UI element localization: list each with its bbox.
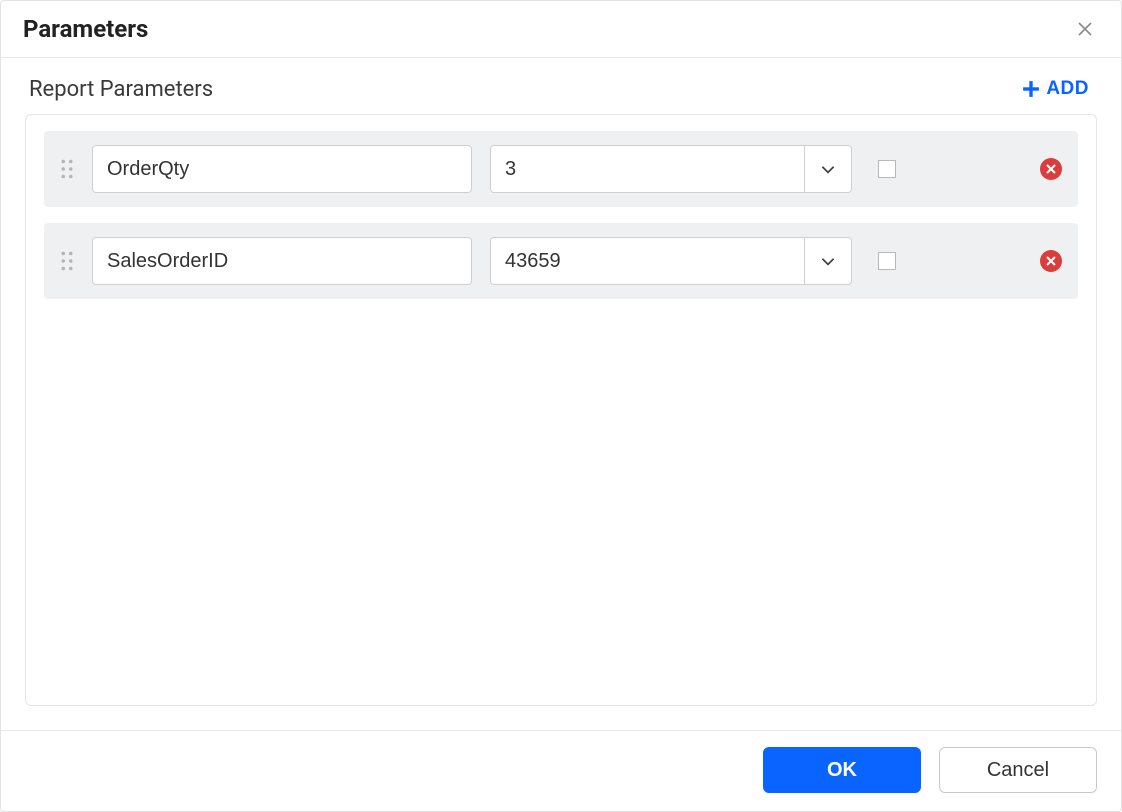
section-header: Report Parameters ADD [25,76,1097,102]
drag-handle-icon [60,251,74,271]
parameter-value-dropdown[interactable] [804,145,852,193]
close-button[interactable] [1071,15,1099,43]
parameter-value-group [490,237,852,285]
chevron-down-icon [819,160,837,178]
parameters-dialog: Parameters Report Parameters ADD [0,0,1122,812]
parameter-value-group [490,145,852,193]
delete-parameter-button[interactable] [1040,158,1062,180]
dialog-header: Parameters [1,1,1121,58]
parameter-row [44,131,1078,207]
drag-handle[interactable] [60,251,74,271]
add-button-label: ADD [1046,78,1089,100]
section-title: Report Parameters [29,77,213,102]
ok-button[interactable]: OK [763,747,921,793]
parameter-name-input[interactable] [92,237,472,285]
dialog-body: Report Parameters ADD [1,58,1121,730]
chevron-down-icon [819,252,837,270]
parameter-row [44,223,1078,299]
parameter-name-input[interactable] [92,145,472,193]
parameter-checkbox[interactable] [878,160,896,178]
parameter-value-dropdown[interactable] [804,237,852,285]
parameter-checkbox-wrap [870,160,896,178]
dialog-footer: OK Cancel [1,730,1121,811]
drag-handle-icon [60,159,74,179]
parameters-list [25,114,1097,706]
cancel-button[interactable]: Cancel [939,747,1097,793]
close-icon [1077,21,1093,37]
parameter-value-input[interactable] [490,237,804,285]
delete-icon [1046,164,1056,174]
delete-icon [1046,256,1056,266]
parameter-value-input[interactable] [490,145,804,193]
dialog-title: Parameters [23,15,148,43]
parameter-checkbox[interactable] [878,252,896,270]
delete-parameter-button[interactable] [1040,250,1062,272]
plus-icon [1022,80,1040,98]
parameter-checkbox-wrap [870,252,896,270]
drag-handle[interactable] [60,159,74,179]
add-parameter-button[interactable]: ADD [1018,76,1093,102]
